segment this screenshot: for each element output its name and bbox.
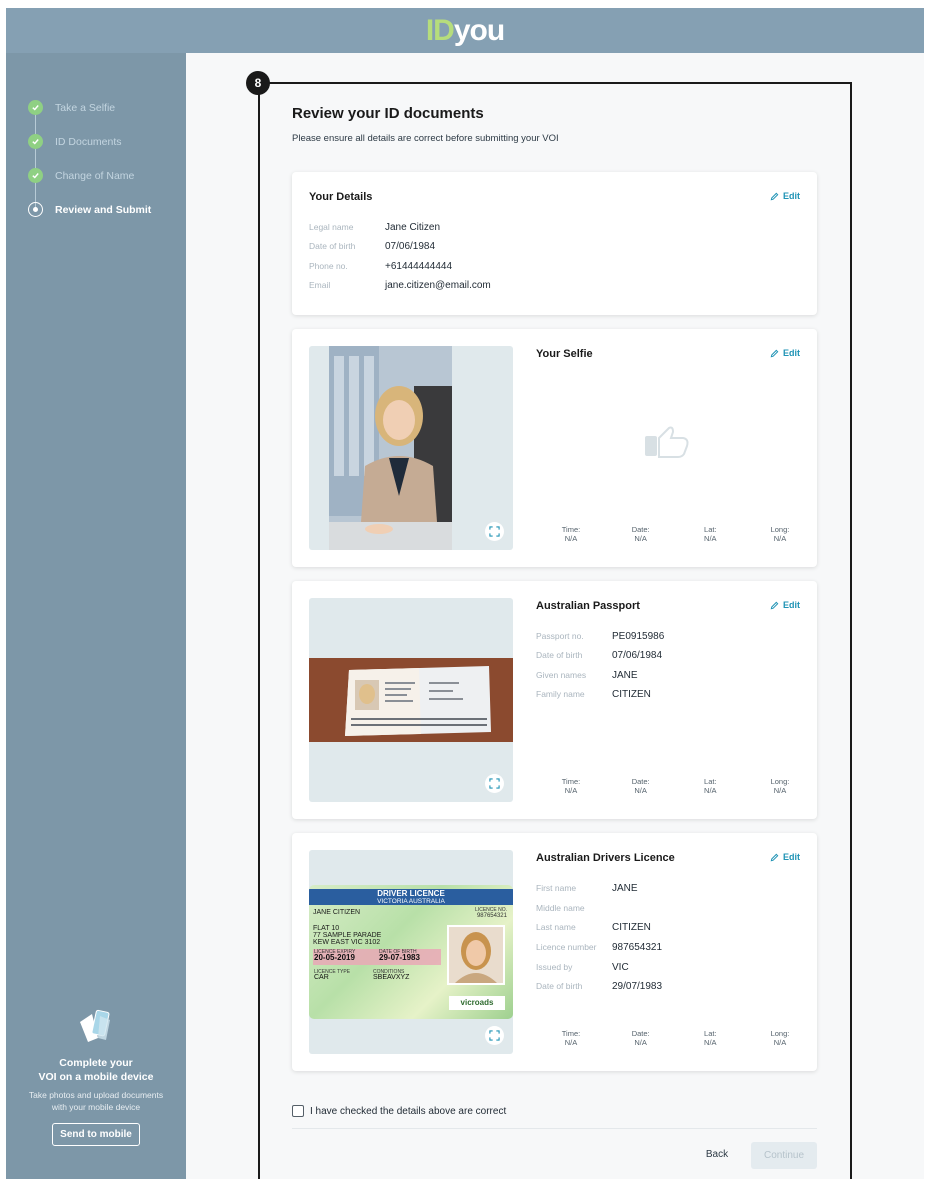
passport-row: Passport no. PE0915986 bbox=[536, 631, 665, 642]
licence-image-panel: DRIVER LICENCE VICTORIA AUSTRALIA JANE C… bbox=[309, 850, 513, 1054]
passport-row: Date of birth 07/06/1984 bbox=[536, 650, 663, 661]
check-icon bbox=[28, 134, 43, 149]
licence-row: Date of birth 29/07/1983 bbox=[536, 981, 663, 992]
detail-row: Date of birth 07/06/1984 bbox=[309, 241, 436, 252]
confirm-checkbox-row[interactable]: I have checked the details above are cor… bbox=[292, 1105, 506, 1117]
page-title: Review your ID documents bbox=[292, 105, 484, 122]
app-header: IDyou bbox=[6, 8, 924, 53]
current-step-icon bbox=[28, 202, 43, 217]
expand-icon[interactable] bbox=[485, 1026, 504, 1045]
licence-photo: DRIVER LICENCE VICTORIA AUSTRALIA JANE C… bbox=[309, 885, 513, 1019]
mobile-description: Take photos and upload documents with yo… bbox=[28, 1090, 164, 1112]
confirm-label: I have checked the details above are cor… bbox=[310, 1105, 507, 1117]
licence-metadata: Time: N/A Date: N/A Lat: N/A Long: N/A bbox=[561, 1029, 790, 1047]
selfie-title: Your Selfie bbox=[536, 348, 593, 360]
licence-edit-button[interactable]: Edit bbox=[770, 852, 800, 862]
selfie-metadata: Time: N/A Date: N/A Lat: N/A Long: N/A bbox=[561, 525, 790, 543]
licence-row: Licence number 987654321 bbox=[536, 942, 663, 953]
expand-icon[interactable] bbox=[485, 774, 504, 793]
detail-row: Phone no. +61444444444 bbox=[309, 261, 453, 272]
passport-card: Australian Passport Edit Passport no. PE0… bbox=[292, 581, 817, 819]
step-take-selfie[interactable]: Take a Selfie bbox=[28, 100, 115, 115]
step-connector bbox=[35, 108, 36, 210]
send-to-mobile-button[interactable]: Send to mobile bbox=[52, 1123, 140, 1146]
passport-metadata: Time: N/A Date: N/A Lat: N/A Long: N/A bbox=[561, 777, 790, 795]
passport-row: Family name CITIZEN bbox=[536, 689, 651, 700]
detail-row: Email jane.citizen@email.com bbox=[309, 280, 491, 291]
passport-title: Australian Passport bbox=[536, 600, 640, 612]
details-title: Your Details bbox=[309, 191, 373, 203]
licence-card: DRIVER LICENCE VICTORIA AUSTRALIA JANE C… bbox=[292, 833, 817, 1071]
selfie-edit-button[interactable]: Edit bbox=[770, 348, 800, 358]
passport-photo bbox=[309, 658, 513, 742]
pencil-icon bbox=[770, 853, 779, 861]
licence-row: First name JANE bbox=[536, 883, 638, 894]
continue-button[interactable]: Continue bbox=[751, 1142, 817, 1169]
check-icon bbox=[28, 168, 43, 183]
sidebar: Take a Selfie ID Documents Change of Nam… bbox=[6, 53, 186, 1179]
licence-title: Australian Drivers Licence bbox=[536, 852, 675, 864]
details-card: Your Details Edit Legal name Jane Citizen… bbox=[292, 172, 817, 315]
step-label: Take a Selfie bbox=[55, 101, 116, 114]
licence-row: Issued by VIC bbox=[536, 962, 629, 973]
check-icon bbox=[28, 100, 43, 115]
thumbs-up-icon bbox=[645, 426, 689, 458]
idyou-logo: IDyou bbox=[425, 13, 505, 47]
passport-row: Given names JANE bbox=[536, 670, 638, 681]
step-id-documents[interactable]: ID Documents bbox=[28, 134, 122, 149]
pencil-icon bbox=[770, 349, 779, 357]
confirm-checkbox[interactable] bbox=[292, 1105, 304, 1117]
licence-row: Last name CITIZEN bbox=[536, 922, 651, 933]
passport-image-panel bbox=[309, 598, 513, 802]
pencil-icon bbox=[770, 601, 779, 609]
divider bbox=[292, 1128, 817, 1129]
step-label: Change of Name bbox=[55, 169, 135, 182]
licence-row: Middle name bbox=[536, 903, 585, 913]
step-label: ID Documents bbox=[55, 135, 122, 148]
step-label: Review and Submit bbox=[55, 203, 152, 216]
passport-edit-button[interactable]: Edit bbox=[770, 600, 800, 610]
step-review-and-submit[interactable]: Review and Submit bbox=[28, 202, 151, 217]
app-window: IDyou Take a Selfie ID Documents Change … bbox=[6, 8, 924, 1179]
step-number-badge: 8 bbox=[246, 71, 270, 95]
mobile-title-line1: Complete your bbox=[59, 1057, 133, 1069]
detail-row: Legal name Jane Citizen bbox=[309, 222, 441, 233]
back-button[interactable]: Back bbox=[696, 1142, 738, 1166]
page-subtitle: Please ensure all details are correct be… bbox=[292, 133, 559, 144]
pencil-icon bbox=[770, 192, 779, 200]
expand-icon[interactable] bbox=[485, 522, 504, 541]
mobile-documents-icon bbox=[80, 1009, 110, 1042]
mobile-title-line2: VOI on a mobile device bbox=[38, 1071, 154, 1083]
selfie-card: Your Selfie Edit Time: N/A Date: N/A Lat: N… bbox=[292, 329, 817, 567]
selfie-image-panel bbox=[309, 346, 513, 550]
details-edit-button[interactable]: Edit bbox=[770, 191, 800, 201]
step-change-of-name[interactable]: Change of Name bbox=[28, 168, 134, 183]
mobile-promo: Complete your VOI on a mobile device Tak… bbox=[6, 1008, 186, 1146]
main-content: 8 Review your ID documents Please ensure… bbox=[186, 53, 924, 1179]
selfie-photo bbox=[329, 346, 452, 550]
